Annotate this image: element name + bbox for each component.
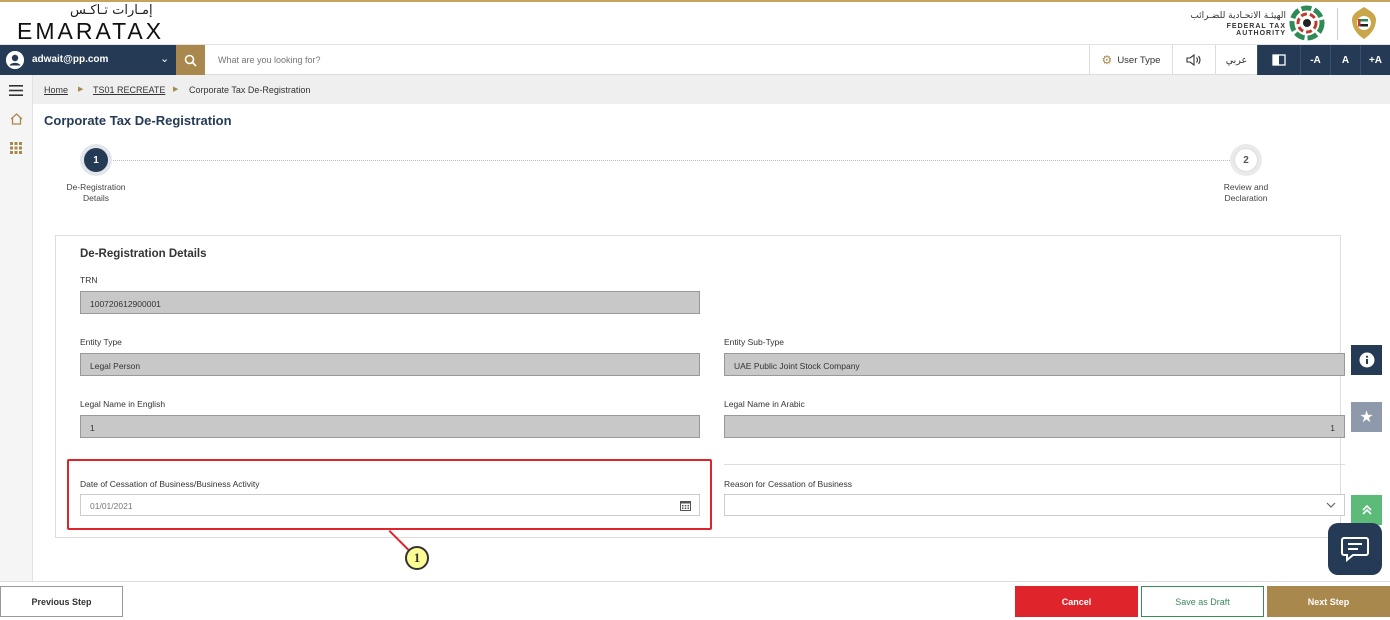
user-email: adwait@pp.com — [32, 54, 109, 65]
star-icon: ★ — [1359, 409, 1374, 426]
info-icon — [1359, 352, 1374, 368]
info-button[interactable] — [1351, 345, 1382, 375]
step-1-indicator[interactable]: 1 — [80, 144, 112, 176]
logo-arabic: إمـارات تـاكـس — [70, 3, 153, 18]
step-1-label: De-Registration Details — [56, 182, 136, 204]
legal-name-ar-label: Legal Name in Arabic — [724, 399, 805, 409]
trn-label: TRN — [80, 275, 98, 285]
menu-icon[interactable] — [7, 81, 25, 99]
step-1-label-line1: De-Registration — [66, 182, 126, 192]
cancel-button[interactable]: Cancel — [1015, 586, 1138, 617]
stepper-line — [110, 160, 1232, 161]
top-toolbar: adwait@pp.com ⌄ ⚙ User Type عربي -A A +A — [0, 45, 1390, 75]
gear-icon: ⚙ — [1101, 53, 1113, 67]
annotation-marker: 1 — [405, 546, 429, 570]
fta-english-name: FEDERAL TAX AUTHORITY — [1226, 23, 1286, 37]
uae-emblem-icon — [1352, 7, 1376, 39]
legal-name-en-field: 1 — [80, 415, 700, 438]
breadcrumb-arrow-icon: ▶ — [78, 86, 84, 93]
step-2-label: Review and Declaration — [1206, 182, 1286, 204]
cessation-reason-label: Reason for Cessation of Business — [724, 479, 853, 489]
section-title: De-Registration Details — [80, 248, 207, 260]
contrast-toggle[interactable] — [1257, 45, 1300, 75]
trn-field: 100720612900001 — [80, 291, 700, 314]
language-toggle[interactable]: عربي — [1215, 45, 1257, 75]
page-title: Corporate Tax De-Registration — [44, 113, 232, 128]
step-1-label-line2: Details — [83, 193, 109, 203]
favorite-button[interactable]: ★ — [1351, 402, 1382, 432]
entity-type-field: Legal Person — [80, 353, 700, 376]
double-chevron-up-icon — [1361, 504, 1372, 515]
font-normal-button[interactable]: A — [1330, 45, 1360, 75]
breadcrumb-arrow-icon: ▶ — [173, 86, 179, 93]
footer-bar: Previous Step Cancel Save as Draft Next … — [0, 581, 1390, 620]
breadcrumb-current: Corporate Tax De-Registration — [189, 85, 311, 95]
step-2-label-line1: Review and — [1223, 182, 1269, 192]
user-avatar-icon — [6, 51, 24, 69]
contrast-icon — [1272, 54, 1286, 66]
next-step-button[interactable]: Next Step — [1267, 586, 1390, 617]
search-input[interactable] — [210, 45, 1085, 75]
legal-name-ar-field: 1 — [724, 415, 1345, 438]
step-2-indicator[interactable]: 2 — [1230, 144, 1262, 176]
step-2-label-line2: Declaration — [1224, 193, 1268, 203]
fta-logo-icon — [1289, 5, 1325, 41]
left-sidebar — [0, 75, 33, 581]
entity-type-label: Entity Type — [80, 337, 122, 347]
header-divider — [1337, 8, 1338, 40]
breadcrumb-home[interactable]: Home — [44, 85, 68, 95]
home-icon[interactable] — [7, 110, 25, 128]
form-divider — [724, 464, 1345, 465]
chat-button[interactable] — [1328, 523, 1382, 575]
previous-step-button[interactable]: Previous Step — [0, 586, 123, 617]
chevron-down-icon[interactable]: ⌄ — [160, 52, 169, 65]
chevron-down-icon — [1326, 502, 1336, 508]
user-type-label: User Type — [1117, 54, 1161, 66]
audio-button[interactable] — [1172, 45, 1215, 75]
fta-arabic-name: الهيئـة الاتحـادية للضـرائب — [1190, 11, 1286, 21]
step-1-number: 1 — [84, 148, 108, 172]
speaker-icon — [1186, 54, 1201, 66]
app-header: إمـارات تـاكـس EMARATAX الهيئـة الاتحـاد… — [0, 0, 1390, 45]
scroll-top-button[interactable] — [1351, 495, 1382, 525]
user-type-button[interactable]: ⚙ User Type — [1089, 45, 1172, 75]
fta-text: الهيئـة الاتحـادية للضـرائب FEDERAL TAX … — [1176, 11, 1286, 37]
user-menu[interactable]: adwait@pp.com ⌄ — [0, 45, 176, 75]
step-2-number: 2 — [1234, 148, 1258, 172]
save-draft-button[interactable]: Save as Draft — [1141, 586, 1264, 617]
search-button[interactable] — [176, 45, 205, 75]
entity-subtype-field: UAE Public Joint Stock Company — [724, 353, 1345, 376]
legal-name-en-label: Legal Name in English — [80, 399, 166, 409]
font-increase-button[interactable]: +A — [1360, 45, 1390, 75]
apps-grid-icon[interactable] — [7, 139, 25, 157]
emaratax-logo[interactable]: EMARATAX — [17, 18, 164, 45]
breadcrumb: Home ▶ TS01 RECREATE ▶ Corporate Tax De-… — [33, 75, 1390, 104]
chat-icon — [1341, 537, 1369, 562]
font-decrease-button[interactable]: -A — [1300, 45, 1330, 75]
annotation-highlight-box — [67, 459, 712, 530]
breadcrumb-ts01[interactable]: TS01 RECREATE — [93, 85, 165, 95]
cessation-reason-select[interactable] — [724, 494, 1345, 516]
entity-subtype-label: Entity Sub-Type — [724, 337, 785, 347]
search-icon — [184, 54, 197, 67]
